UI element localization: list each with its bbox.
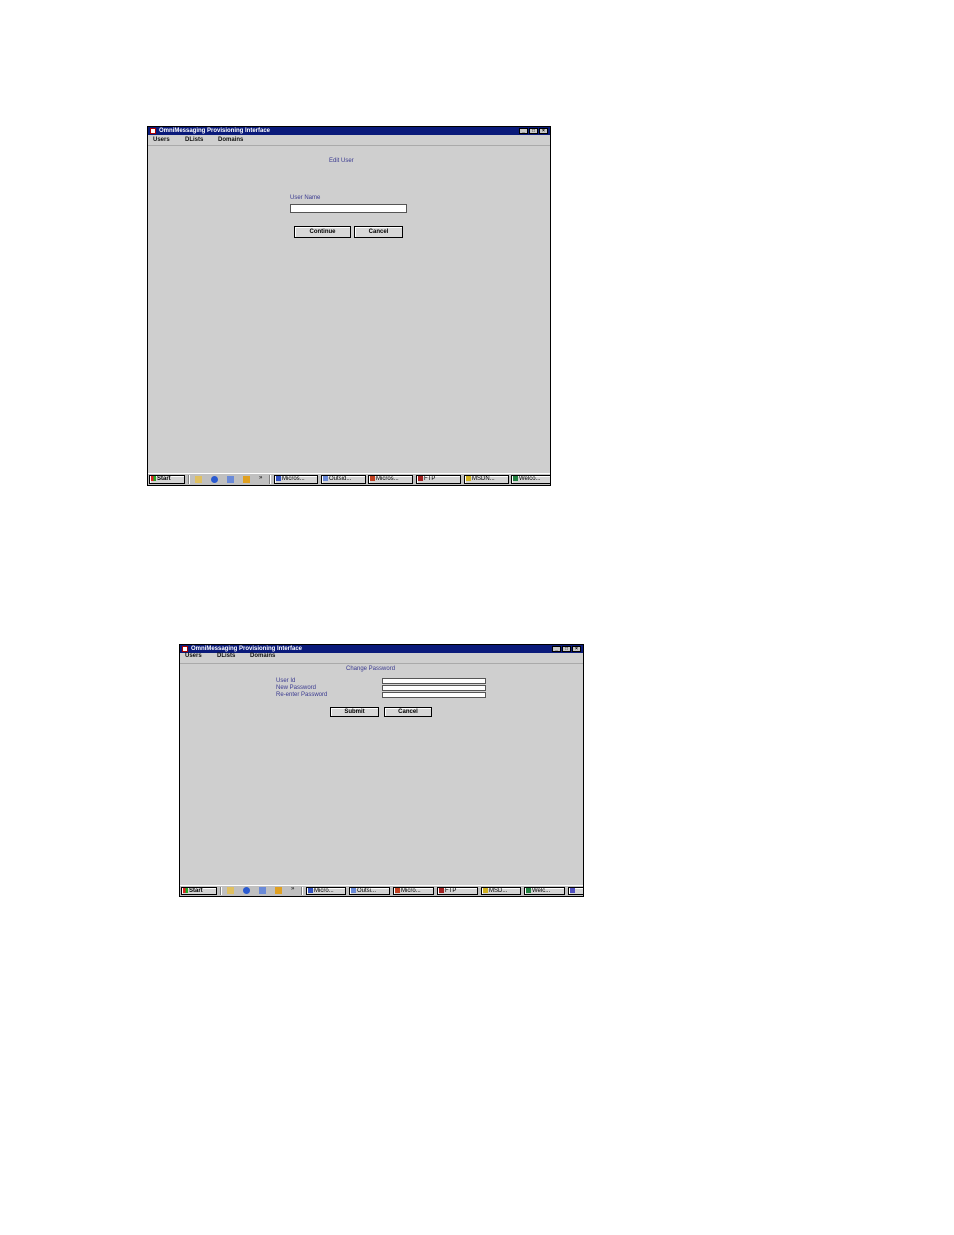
form-heading: Change Password [346, 666, 396, 672]
taskbar-separator [220, 887, 222, 895]
taskbar-item[interactable]: Welco... [511, 475, 550, 484]
msdn-icon [466, 476, 471, 481]
change-password-screenshot: OmniMessaging Provisioning Interface _ □… [179, 644, 584, 897]
start-button[interactable]: Start [181, 887, 217, 895]
word-icon [276, 476, 281, 481]
media-player-icon[interactable] [275, 887, 282, 894]
taskbar-item[interactable]: Micro... [393, 887, 434, 895]
close-icon[interactable]: × [539, 128, 548, 134]
menu-dlists[interactable]: DLists [217, 653, 235, 659]
window-title: OmniMessaging Provisioning Interface [159, 128, 271, 134]
windows-flag-icon [183, 888, 188, 893]
taskbar-item[interactable]: MSDN... [464, 475, 509, 484]
form-heading: Edit User [329, 158, 354, 164]
desktop-icon[interactable] [195, 476, 202, 483]
quicklaunch-chevron[interactable]: » [291, 886, 294, 893]
taskbar-separator [301, 887, 303, 895]
taskbar-item[interactable]: MSD... [481, 887, 521, 895]
welcome-icon [513, 476, 518, 481]
edit-user-screenshot: OmniMessaging Provisioning Interface _ □… [147, 126, 551, 486]
new-password-label: New Password [276, 685, 317, 691]
menu-users[interactable]: Users [153, 137, 170, 143]
minimize-icon[interactable]: _ [519, 128, 528, 134]
welcome-icon [526, 888, 531, 893]
browser-icon [395, 888, 400, 893]
cancel-button[interactable]: Cancel [384, 707, 432, 717]
app-icon [570, 888, 575, 893]
taskbar-separator [188, 475, 190, 484]
media-player-icon[interactable] [243, 476, 250, 483]
msdn-icon [483, 888, 488, 893]
taskbar-item[interactable]: Micros... [274, 475, 318, 484]
menu-domains[interactable]: Domains [250, 653, 275, 659]
close-icon[interactable]: × [572, 646, 581, 652]
window-title: OmniMessaging Provisioning Interface [191, 646, 303, 652]
taskbar-item[interactable]: FTP [437, 887, 478, 895]
user-name-input[interactable] [290, 204, 407, 213]
browser-icon [370, 476, 375, 481]
reenter-password-label: Re-enter Password [276, 692, 328, 698]
internet-explorer-icon[interactable] [211, 476, 218, 483]
quicklaunch-chevron[interactable]: » [259, 475, 262, 482]
user-id-input[interactable] [382, 678, 486, 684]
outlook-icon[interactable] [259, 887, 266, 894]
menu-dlists[interactable]: DLists [185, 137, 203, 143]
ftp-icon [439, 888, 444, 893]
cancel-button[interactable]: Cancel [354, 226, 403, 238]
java-app-icon [182, 646, 188, 652]
reenter-password-input[interactable] [382, 692, 486, 698]
start-button[interactable]: Start [149, 475, 185, 484]
new-password-input[interactable] [382, 685, 486, 691]
desktop-icon[interactable] [227, 887, 234, 894]
word-icon [308, 888, 313, 893]
taskbar-item[interactable]: Outsid... [321, 475, 366, 484]
menu-users[interactable]: Users [185, 653, 202, 659]
menu-bar: Users DLists Domains [180, 653, 583, 664]
taskbar-item[interactable]: Outsi... [349, 887, 390, 895]
ftp-icon [418, 476, 423, 481]
windows-taskbar: Start » Micro... Outsi... Micro... FTP M… [180, 885, 583, 896]
continue-button[interactable]: Continue [294, 226, 351, 238]
maximize-icon[interactable]: □ [562, 646, 571, 652]
taskbar-separator [269, 475, 271, 484]
minimize-icon[interactable]: _ [552, 646, 561, 652]
windows-taskbar: Start » Micros... Outsid... Micros... FT… [148, 473, 550, 485]
outlook-icon [351, 888, 356, 893]
maximize-icon[interactable]: □ [529, 128, 538, 134]
user-id-label: User Id [276, 678, 296, 684]
window-titlebar: OmniMessaging Provisioning Interface _ □… [180, 645, 583, 653]
taskbar-item[interactable]: FTP [416, 475, 461, 484]
outlook-icon [323, 476, 328, 481]
windows-flag-icon [151, 476, 156, 481]
user-name-label: User Name [290, 195, 321, 201]
outlook-icon[interactable] [227, 476, 234, 483]
taskbar-item-overflow[interactable] [568, 887, 583, 895]
taskbar-item[interactable]: Micro... [306, 887, 346, 895]
menu-domains[interactable]: Domains [218, 137, 243, 143]
internet-explorer-icon[interactable] [243, 887, 250, 894]
taskbar-item[interactable]: Micros... [368, 475, 413, 484]
java-app-icon [150, 128, 156, 134]
menu-bar: Users DLists Domains [148, 135, 550, 146]
submit-button[interactable]: Submit [330, 707, 379, 717]
taskbar-item[interactable]: Welc... [524, 887, 565, 895]
window-titlebar: OmniMessaging Provisioning Interface _ □… [148, 127, 550, 135]
